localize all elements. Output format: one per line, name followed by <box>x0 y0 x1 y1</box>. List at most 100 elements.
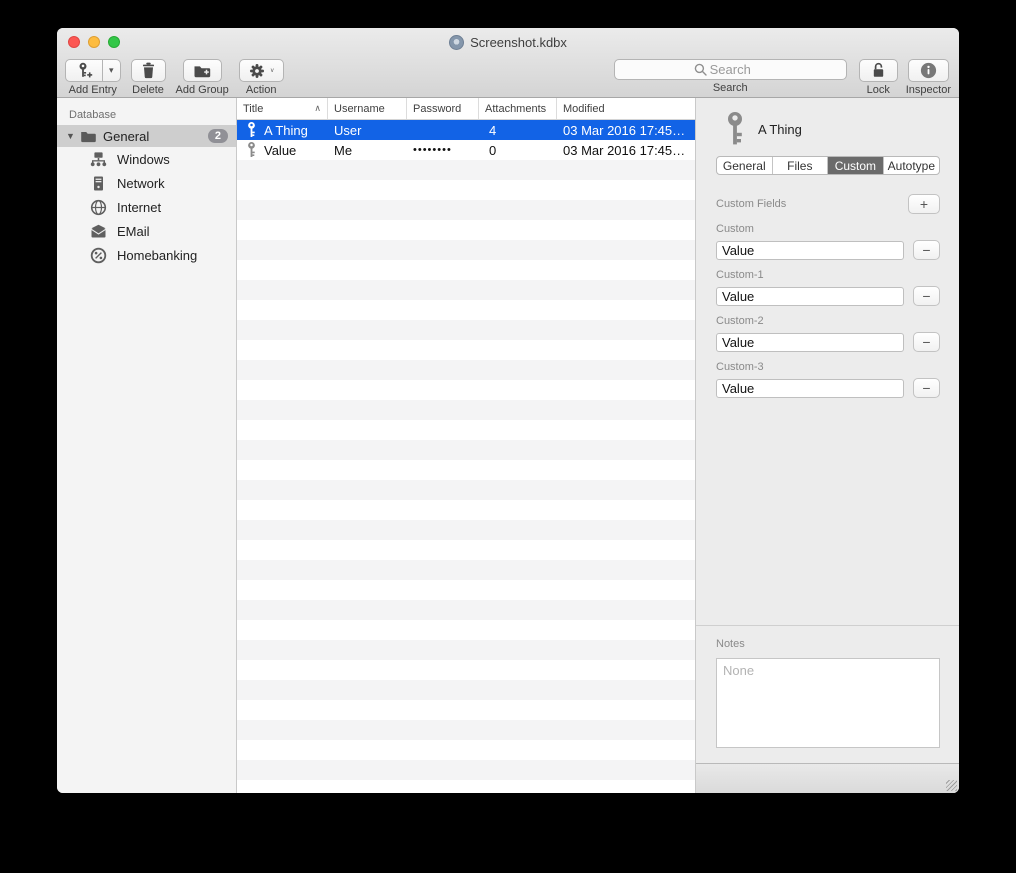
tab-autotype[interactable]: Autotype <box>884 157 939 174</box>
inspector-label: Inspector <box>906 84 951 96</box>
field-label: Custom-1 <box>716 269 940 281</box>
remove-field-button[interactable]: − <box>913 332 940 352</box>
empty-table-rows[interactable] <box>237 160 695 793</box>
sidebar-item-internet[interactable]: Internet <box>57 195 236 219</box>
entry-modified: 03 Mar 2016 17:45… <box>557 143 695 158</box>
traffic-lights <box>68 36 120 48</box>
inspector-entry-title: A Thing <box>758 122 802 137</box>
document-icon <box>449 35 464 50</box>
search-label: Search <box>713 82 748 94</box>
notes-section: Notes <box>696 625 959 763</box>
add-entry-group: ▾ Add Entry <box>65 59 121 96</box>
sidebar-item-label: EMail <box>117 224 150 239</box>
lock-button[interactable] <box>859 59 898 82</box>
field-label: Custom-3 <box>716 361 940 373</box>
sidebar-item-network[interactable]: Network <box>57 171 236 195</box>
column-header-username[interactable]: Username <box>328 98 407 119</box>
inspector-footer <box>696 763 959 793</box>
app-window: Screenshot.kdbx <box>57 28 959 793</box>
custom-fields-label: Custom Fields <box>716 198 786 210</box>
remove-field-button[interactable]: − <box>913 240 940 260</box>
tab-files[interactable]: Files <box>773 157 829 174</box>
titlebar[interactable]: Screenshot.kdbx <box>57 28 959 56</box>
sidebar-item-email[interactable]: EMail <box>57 219 236 243</box>
inspector-button[interactable] <box>908 59 949 82</box>
globe-icon <box>90 199 107 216</box>
sidebar-item-label: Windows <box>117 152 170 167</box>
field-label: Custom-2 <box>716 315 940 327</box>
field-value-input[interactable] <box>716 241 904 260</box>
entry-username: Me <box>328 143 407 158</box>
tab-general[interactable]: General <box>717 157 773 174</box>
add-entry-button[interactable] <box>65 59 103 82</box>
window-title-text: Screenshot.kdbx <box>470 35 567 50</box>
entry-attachments: 4 <box>479 123 557 138</box>
sidebar-item-label: General <box>103 129 208 144</box>
remove-field-button[interactable]: − <box>913 378 940 398</box>
table-row[interactable]: A Thing User 4 03 Mar 2016 17:45… <box>237 120 695 140</box>
disclosure-triangle-icon[interactable]: ▼ <box>66 131 80 141</box>
sidebar-item-label: Network <box>117 176 165 191</box>
inspector-group: Inspector <box>906 59 951 96</box>
search-input[interactable] <box>614 59 847 80</box>
main-content: Database ▼ General 2 <box>57 98 959 793</box>
entry-password: •••••••• <box>407 144 479 156</box>
entry-username: User <box>328 123 407 138</box>
action-label: Action <box>246 84 277 96</box>
column-header-modified[interactable]: Modified <box>557 98 695 119</box>
table-row[interactable]: Value Me •••••••• 0 03 Mar 2016 17:45… <box>237 140 695 160</box>
delete-label: Delete <box>132 84 164 96</box>
open-padlock-icon <box>871 62 886 79</box>
remove-field-button[interactable]: − <box>913 286 940 306</box>
key-plus-icon <box>75 62 93 79</box>
key-icon <box>724 112 746 146</box>
close-button[interactable] <box>68 36 80 48</box>
minimize-button[interactable] <box>88 36 100 48</box>
window-title: Screenshot.kdbx <box>449 35 567 50</box>
custom-field-group: Custom-3 − <box>716 361 940 398</box>
lock-group: Lock <box>859 59 898 96</box>
action-group: ᵛ Action <box>239 59 284 96</box>
notes-label: Notes <box>716 638 745 650</box>
envelope-icon <box>90 223 107 240</box>
inspector-content: A Thing General Files Custom Autotype Cu… <box>696 98 959 763</box>
info-icon <box>920 62 937 79</box>
resize-grip[interactable] <box>946 780 957 791</box>
entry-header: A Thing <box>724 112 940 146</box>
sidebar-item-windows[interactable]: Windows <box>57 147 236 171</box>
tab-custom[interactable]: Custom <box>828 157 884 174</box>
folder-icon <box>80 129 97 144</box>
field-value-input[interactable] <box>716 333 904 352</box>
custom-field-group: Custom-1 − <box>716 269 940 306</box>
server-icon <box>90 175 107 192</box>
delete-button[interactable] <box>131 59 166 82</box>
inspector-panel: A Thing General Files Custom Autotype Cu… <box>695 98 959 793</box>
workgroup-icon <box>90 151 107 168</box>
column-header-attachments[interactable]: Attachments <box>479 98 557 119</box>
column-header-title[interactable]: Title ∧ <box>237 98 328 119</box>
add-group-button[interactable] <box>183 59 222 82</box>
toolbar: ▾ Add Entry Delete <box>57 56 959 97</box>
notes-textarea[interactable] <box>716 658 940 748</box>
add-group-label: Add Group <box>176 84 229 96</box>
sidebar-item-homebanking[interactable]: Homebanking <box>57 243 236 267</box>
key-icon <box>246 142 257 158</box>
column-header-password[interactable]: Password <box>407 98 479 119</box>
add-field-button[interactable]: + <box>908 194 940 214</box>
sidebar-item-label: Homebanking <box>117 248 197 263</box>
sidebar: Database ▼ General 2 <box>57 98 237 793</box>
action-button[interactable]: ᵛ <box>239 59 284 82</box>
trash-icon <box>141 62 156 79</box>
sidebar-item-general[interactable]: ▼ General 2 <box>57 125 236 147</box>
custom-fields-header: Custom Fields + <box>716 194 940 214</box>
field-value-input[interactable] <box>716 379 904 398</box>
percent-icon <box>90 247 107 264</box>
field-value-input[interactable] <box>716 287 904 306</box>
search-icon <box>694 63 707 76</box>
key-icon <box>246 122 257 138</box>
sidebar-item-label: Internet <box>117 200 161 215</box>
add-entry-dropdown[interactable]: ▾ <box>103 59 121 82</box>
field-label: Custom <box>716 223 940 235</box>
custom-field-group: Custom − <box>716 223 940 260</box>
zoom-button[interactable] <box>108 36 120 48</box>
